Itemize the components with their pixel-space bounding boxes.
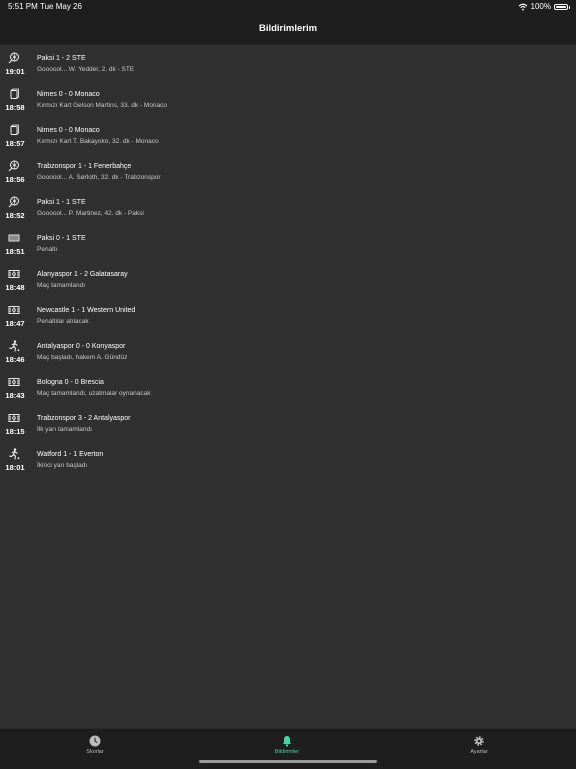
pitch-icon (8, 378, 20, 386)
notification-row[interactable]: 18:51 Paksi 0 - 1 STE Penaltı (0, 225, 576, 261)
tab-label: Skorlar (86, 749, 104, 755)
gear-icon (474, 736, 484, 746)
notification-time: 18:52 (5, 211, 25, 220)
notification-time: 18:56 (5, 175, 25, 184)
page-title: Bildirimlerim (258, 23, 318, 34)
status-time: 5:51 PM (8, 2, 38, 11)
notification-row[interactable]: 18:57 Nimes 0 - 0 Monaco Kırmızı Kart T.… (0, 117, 576, 153)
notification-desc: İkinci yarı başladı (37, 462, 88, 469)
tab-ayarlar[interactable]: Ayarlar (449, 735, 509, 755)
notification-row[interactable]: 18:48 Alanyaspor 1 - 2 Galatasaray Maç t… (0, 261, 576, 297)
notification-time: 18:47 (5, 319, 25, 328)
notification-time: 19:01 (5, 67, 25, 76)
notification-row[interactable]: 18:15 Trabzonspor 3 - 2 Antalyaspor İlk … (0, 405, 576, 441)
tab-skorlar[interactable]: Skorlar (65, 735, 125, 755)
notification-row[interactable]: 19:01 Paksi 1 - 2 STE Goooool... W. Yedd… (0, 45, 576, 81)
notification-title: Paksi 1 - 1 STE (37, 199, 86, 206)
pitch-icon (8, 306, 20, 314)
notification-desc: Goooool... W. Yedder, 2. dk - STE (37, 66, 135, 73)
notification-time: 18:01 (5, 463, 25, 472)
notification-title: Trabzonspor 1 - 1 Fenerbahçe (37, 163, 132, 170)
notification-time: 18:58 (5, 103, 25, 112)
player-kick-icon (9, 340, 20, 352)
notification-title: Nimes 0 - 0 Monaco (37, 127, 100, 134)
notification-title: Watford 1 - 1 Everton (37, 451, 104, 458)
notification-row[interactable]: 18:52 Paksi 1 - 1 STE Goooool... P. Mart… (0, 189, 576, 225)
battery-percent: 100% (530, 2, 551, 11)
notification-row[interactable]: 18:43 Bologna 0 - 0 Brescia Maç tamamlan… (0, 369, 576, 405)
notification-row[interactable]: 18:58 Nimes 0 - 0 Monaco Kırmızı Kart Ge… (0, 81, 576, 117)
wifi-icon (518, 3, 527, 10)
notification-desc: Penaltılar atılacak (37, 318, 89, 325)
notification-title: Alanyaspor 1 - 2 Galatasaray (37, 271, 128, 278)
notification-time: 18:46 (5, 355, 25, 364)
status-date: Tue May 26 (40, 2, 82, 11)
notification-title: Nimes 0 - 0 Monaco (37, 91, 100, 98)
home-indicator (199, 760, 377, 763)
clock-icon (89, 735, 101, 747)
notification-desc: Maç tamamlandı, uzatmalar oynanacak (37, 390, 151, 397)
status-right: 100% (518, 2, 570, 11)
pitch-icon (8, 414, 20, 422)
notification-desc: İlk yarı tamamlandı (37, 426, 92, 433)
nav-bar: Bildirimlerim (0, 14, 576, 45)
notification-list: 19:01 Paksi 1 - 2 STE Goooool... W. Yedd… (0, 45, 576, 477)
notification-row[interactable]: 18:46 Antalyaspor 0 - 0 Konyaspor Maç ba… (0, 333, 576, 369)
player-kick-icon (9, 448, 20, 460)
notification-desc: Goooool... A. Sørloth, 32. dk - Trabzons… (37, 174, 161, 181)
notification-row[interactable]: 18:01 Watford 1 - 1 Everton İkinci yarı … (0, 441, 576, 477)
notification-desc: Penaltı (37, 246, 58, 253)
red-card-icon (10, 124, 19, 135)
notification-title: Bologna 0 - 0 Brescia (37, 379, 104, 386)
notification-row[interactable]: 18:56 Trabzonspor 1 - 1 Fenerbahçe Goooo… (0, 153, 576, 189)
notification-title: Trabzonspor 3 - 2 Antalyaspor (37, 415, 131, 422)
notification-time: 18:15 (5, 427, 25, 436)
notification-title: Newcastle 1 - 1 Western United (37, 307, 136, 314)
notification-desc: Kırmızı Kart T. Bakayoko, 32. dk - Monac… (37, 138, 159, 145)
notification-desc: Maç başladı, hakem A. Gündüz (37, 354, 128, 361)
notification-title: Antalyaspor 0 - 0 Konyaspor (37, 343, 126, 350)
status-bar: 5:51 PM Tue May 26 100% (0, 0, 576, 14)
notification-time: 18:51 (5, 247, 25, 256)
notification-title: Paksi 1 - 2 STE (37, 55, 86, 62)
notification-desc: Goooool... P. Martinez, 42. dk - Paksi (37, 210, 144, 217)
notification-row[interactable]: 18:47 Newcastle 1 - 1 Western United Pen… (0, 297, 576, 333)
football-kick-icon (8, 196, 19, 208)
notification-desc: Kırmızı Kart Gelson Martins, 33. dk - Mo… (37, 102, 168, 109)
notification-time: 18:43 (5, 391, 25, 400)
goal-net-icon (8, 234, 20, 242)
tab-label: Ayarlar (470, 749, 488, 755)
bell-icon (282, 736, 292, 747)
football-kick-icon (8, 52, 19, 64)
football-kick-icon (8, 160, 19, 172)
tab-label: Bildirimler (274, 749, 300, 755)
tab-bildirimler[interactable]: Bildirimler (257, 735, 317, 755)
battery-icon (554, 3, 570, 10)
red-card-icon (10, 88, 19, 99)
notification-desc: Maç tamamlandı (37, 282, 86, 289)
notification-title: Paksi 0 - 1 STE (37, 235, 86, 242)
notification-time: 18:48 (5, 283, 25, 292)
notification-time: 18:57 (5, 139, 25, 148)
pitch-icon (8, 270, 20, 278)
